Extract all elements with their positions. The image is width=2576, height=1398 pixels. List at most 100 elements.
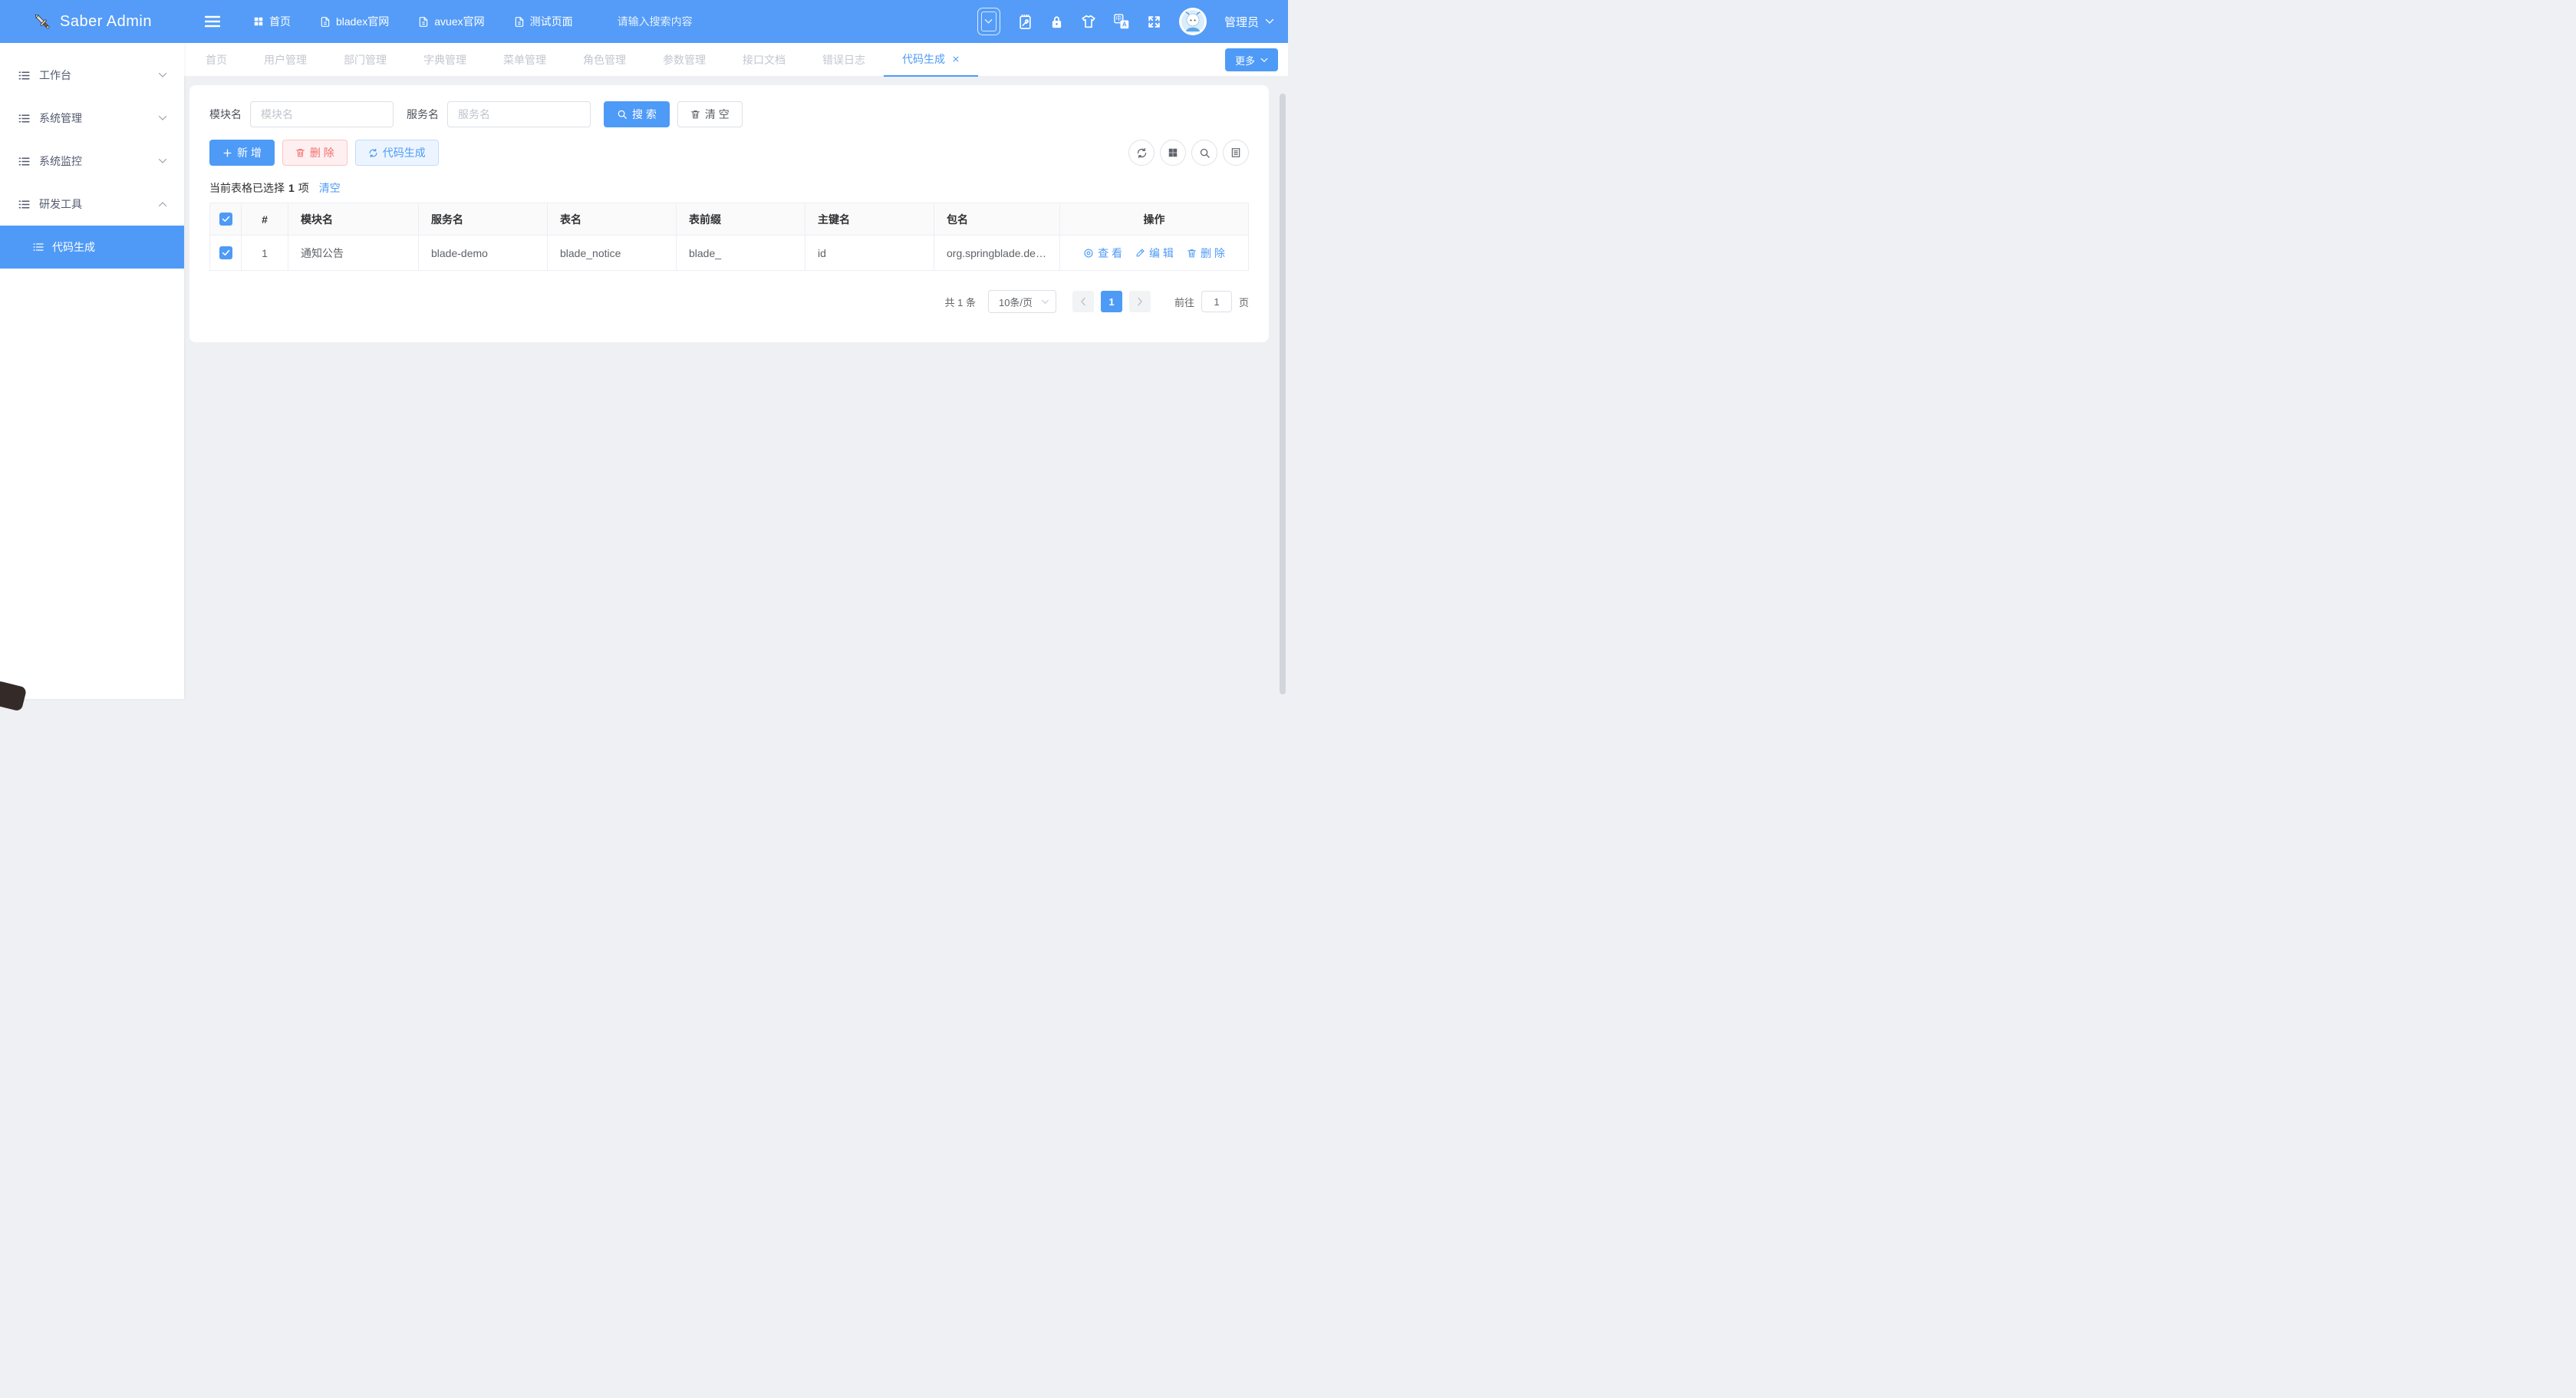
column-header-pk: 主键名 [805,203,934,236]
trash-icon [1187,248,1197,259]
tab-dept-management[interactable]: 部门管理 [325,43,405,77]
nav-label: 首页 [269,14,291,29]
sidebar-item-label: 研发工具 [39,196,82,212]
saber-admin-app: Saber Admin 首页 bladex官网 a [0,0,1288,699]
lock-icon[interactable] [1050,15,1063,29]
sidebar-item-system-monitor[interactable]: 系统监控 [0,140,184,183]
service-name-input[interactable] [447,101,591,127]
column-grid-icon[interactable] [1160,140,1186,166]
search-toggle-icon[interactable] [1191,140,1217,166]
tab-param-management[interactable]: 参数管理 [644,43,724,77]
tab-code-generation[interactable]: 代码生成 [884,43,978,77]
chevron-up-icon [158,201,167,207]
column-header-table: 表名 [548,203,677,236]
sidebar-item-workbench[interactable]: 工作台 [0,54,184,97]
row-checkbox[interactable] [219,246,232,259]
theme-icon[interactable] [1081,15,1096,28]
refresh-icon[interactable] [1128,140,1155,166]
vertical-scrollbar[interactable] [1280,94,1286,694]
tab-dict-management[interactable]: 字典管理 [405,43,485,77]
cell-index: 1 [242,236,288,271]
trash-icon [690,109,700,120]
edit-link[interactable]: 编 辑 [1135,246,1174,261]
eye-icon [1083,248,1094,259]
cell-module: 通知公告 [288,236,419,271]
sidebar-item-label: 工作台 [39,68,71,83]
tab-api-docs[interactable]: 接口文档 [724,43,804,77]
search-label: 搜 索 [632,107,657,122]
list-icon [18,155,31,168]
user-menu[interactable]: 管理员 [1224,14,1274,30]
sidebar-collapse-icon[interactable] [204,13,221,30]
cell-table-prefix: blade_ [677,236,805,271]
tab-bar: 首页 用户管理 部门管理 字典管理 菜单管理 角色管理 参数管理 接口文档 错误… [184,43,1288,77]
delete-label: 删 除 [310,145,334,160]
column-settings-icon[interactable] [1223,140,1249,166]
table-view-tools [1128,140,1249,166]
view-label: 查 看 [1098,246,1122,261]
sidebar-item-code-generation[interactable]: 代码生成 [0,226,184,269]
chevron-down-icon [158,158,167,164]
column-header-package: 包名 [934,203,1060,236]
nav-label: bladex官网 [336,14,389,29]
fullscreen-icon[interactable] [1147,15,1161,29]
chevron-down-icon [1041,299,1049,305]
header-actions: 中 A [977,8,1288,35]
add-button[interactable]: 新 增 [209,140,275,166]
user-name: 管理员 [1224,14,1259,30]
nav-item-bladex[interactable]: bladex官网 [320,14,389,29]
sidebar: 工作台 系统管理 系统监控 [0,43,184,699]
column-header-index: # [242,203,288,236]
nav-item-avuex[interactable]: avuex官网 [418,14,484,29]
user-avatar[interactable] [1179,8,1207,35]
plus-icon [222,148,232,158]
refresh-icon [368,148,378,158]
chevron-down-icon [1260,58,1268,63]
maintenance-icon[interactable] [1018,14,1033,30]
tab-user-management[interactable]: 用户管理 [245,43,325,77]
clear-button[interactable]: 清 空 [677,101,743,127]
header-nav: 首页 bladex官网 avuex官网 测试页面 [253,14,573,29]
list-icon [18,198,31,211]
tab-role-management[interactable]: 角色管理 [565,43,644,77]
page-number-current[interactable]: 1 [1101,291,1122,312]
selection-count: 1 [288,182,295,194]
codegen-table: # 模块名 服务名 表名 表前缀 主键名 包名 操作 [209,203,1249,271]
tab-error-log[interactable]: 错误日志 [804,43,884,77]
codegen-button[interactable]: 代码生成 [355,140,439,166]
delete-link[interactable]: 删 除 [1187,246,1225,261]
tab-menu-management[interactable]: 菜单管理 [485,43,565,77]
clear-selection-link[interactable]: 清空 [319,180,341,196]
prev-page-button[interactable] [1072,291,1094,312]
collapse-panel-icon[interactable] [977,8,1000,35]
module-name-input[interactable] [250,101,394,127]
sidebar-item-dev-tools[interactable]: 研发工具 [0,183,184,226]
tab-home[interactable]: 首页 [187,43,245,77]
translate-icon[interactable]: 中 A [1114,14,1129,29]
cell-table-name: blade_notice [548,236,677,271]
nav-item-home[interactable]: 首页 [253,14,291,29]
column-header-module: 模块名 [288,203,419,236]
column-header-service: 服务名 [419,203,548,236]
select-all-checkbox[interactable] [219,213,232,226]
search-button[interactable]: 搜 索 [604,101,670,127]
selection-text: 项 [298,180,309,196]
page-size-select[interactable]: 10条/页 [988,290,1056,313]
global-search-input[interactable] [618,15,771,28]
nav-item-testpage[interactable]: 测试页面 [514,14,573,29]
goto-page: 前往 页 [1174,291,1249,312]
sidebar-item-label: 代码生成 [52,239,95,255]
goto-page-input[interactable] [1201,291,1232,312]
close-icon[interactable] [952,55,960,63]
dagger-icon [32,12,52,31]
code-generation-panel: 模块名 服务名 搜 索 清 空 [189,85,1269,342]
row-actions: 查 看 编 辑 [1060,246,1248,261]
delete-button[interactable]: 删 除 [282,140,348,166]
sidebar-item-system-management[interactable]: 系统管理 [0,97,184,140]
more-tabs-button[interactable]: 更多 [1225,48,1278,71]
view-link[interactable]: 查 看 [1083,246,1122,261]
cell-package: org.springblade.desk... [934,236,1060,271]
next-page-button[interactable] [1129,291,1151,312]
nav-label: avuex官网 [434,14,484,29]
filter-form: 模块名 服务名 搜 索 清 空 [209,101,1249,127]
